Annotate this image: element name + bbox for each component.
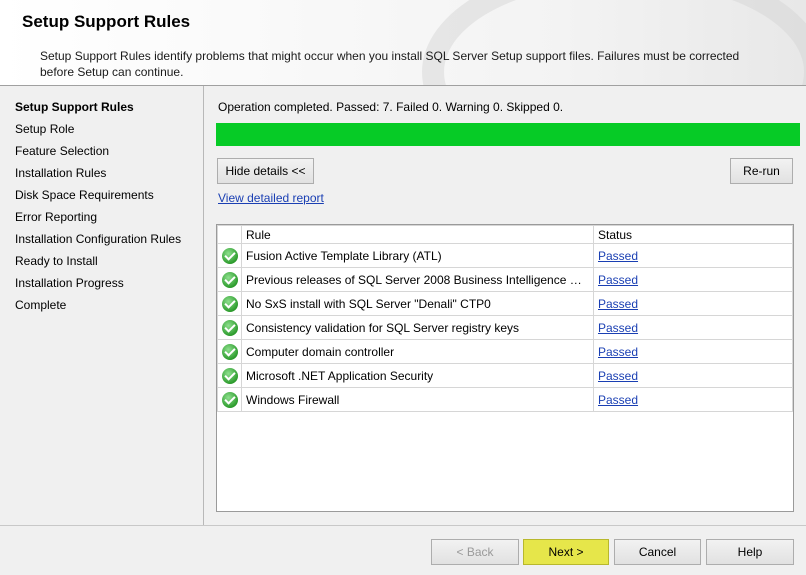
status-cell: Passed [593, 315, 793, 340]
rerun-button[interactable]: Re-run [730, 158, 793, 184]
table-row[interactable]: Microsoft .NET Application Security Passe… [217, 363, 793, 388]
next-button[interactable]: Next > [523, 539, 609, 565]
sidebar-step-item: Complete [15, 298, 67, 312]
status-passed-link[interactable]: Passed [598, 273, 638, 287]
passed-check-icon [221, 343, 238, 360]
column-header-rule[interactable]: Rule [241, 225, 594, 244]
help-button[interactable]: Help [706, 539, 794, 565]
status-passed-link[interactable]: Passed [598, 321, 638, 335]
sidebar-step-item: Setup Support Rules [15, 100, 134, 114]
rule-name-cell: No SxS install with SQL Server "Denali" … [241, 291, 594, 316]
back-button[interactable]: < Back [431, 539, 519, 565]
status-passed-link[interactable]: Passed [598, 249, 638, 263]
status-cell: Passed [593, 363, 793, 388]
cancel-button[interactable]: Cancel [614, 539, 701, 565]
progress-bar [216, 123, 800, 146]
sidebar-step-item: Ready to Install [15, 254, 98, 268]
table-row[interactable]: Fusion Active Template Library (ATL) Pass… [217, 243, 793, 268]
sidebar-step-item: Installation Rules [15, 166, 107, 180]
passed-check-icon [221, 319, 238, 336]
header-banner: Setup Support Rules Setup Support Rules … [0, 0, 806, 86]
sidebar-step-item: Installation Progress [15, 276, 124, 290]
row-icon-cell [217, 363, 242, 388]
passed-check-icon [221, 367, 238, 384]
sidebar-step-item: Error Reporting [15, 210, 98, 224]
status-cell: Passed [593, 387, 793, 412]
rule-name-cell: Previous releases of SQL Server 2008 Bus… [241, 267, 594, 292]
status-cell: Passed [593, 339, 793, 364]
wizard-footer: < Back Next > Cancel Help [0, 525, 806, 575]
passed-check-icon [221, 391, 238, 408]
rules-table: Rule Status Fusion Active Template Libra… [216, 224, 794, 512]
operation-summary: Operation completed. Passed: 7. Failed 0… [218, 100, 564, 114]
hide-details-button[interactable]: Hide details << [217, 158, 314, 184]
status-passed-link[interactable]: Passed [598, 393, 638, 407]
row-icon-cell [217, 387, 242, 412]
row-icon-cell [217, 267, 242, 292]
rule-name-cell: Consistency validation for SQL Server re… [241, 315, 594, 340]
status-passed-link[interactable]: Passed [598, 297, 638, 311]
view-detailed-report-link[interactable]: View detailed report [218, 191, 324, 205]
main-content: Operation completed. Passed: 7. Failed 0… [205, 86, 806, 525]
row-icon-cell [217, 243, 242, 268]
page-description: Setup Support Rules identify problems th… [40, 49, 740, 79]
steps-list: Setup Support Rules Setup Role Feature Sel… [0, 86, 203, 316]
passed-check-icon [221, 295, 238, 312]
column-header-icon [217, 225, 242, 244]
status-passed-link[interactable]: Passed [598, 369, 638, 383]
table-row[interactable]: Computer domain controller Passed [217, 339, 793, 364]
rule-name-cell: Fusion Active Template Library (ATL) [241, 243, 594, 268]
table-row[interactable]: No SxS install with SQL Server "Denali" … [217, 291, 793, 316]
table-row[interactable]: Consistency validation for SQL Server re… [217, 315, 793, 340]
sidebar-step-item: Feature Selection [15, 144, 110, 158]
passed-check-icon [221, 247, 238, 264]
rule-name-cell: Microsoft .NET Application Security [241, 363, 594, 388]
rule-name-cell: Computer domain controller [241, 339, 594, 364]
row-icon-cell [217, 291, 242, 316]
column-header-status[interactable]: Status [593, 225, 793, 244]
row-icon-cell [217, 339, 242, 364]
status-cell: Passed [593, 267, 793, 292]
sidebar-step-item: Setup Role [15, 122, 75, 136]
status-cell: Passed [593, 291, 793, 316]
status-cell: Passed [593, 243, 793, 268]
table-header-row: Rule Status [217, 225, 793, 244]
rule-name-cell: Windows Firewall [241, 387, 594, 412]
steps-sidebar: Setup Support Rules Setup Role Feature Sel… [0, 86, 204, 525]
table-row[interactable]: Previous releases of SQL Server 2008 Bus… [217, 267, 793, 292]
row-icon-cell [217, 315, 242, 340]
sidebar-step-item: Disk Space Requirements [15, 188, 154, 202]
table-row[interactable]: Windows Firewall Passed [217, 387, 793, 412]
status-passed-link[interactable]: Passed [598, 345, 638, 359]
passed-check-icon [221, 271, 238, 288]
sidebar-step-item: Installation Configuration Rules [15, 232, 182, 246]
page-title: Setup Support Rules [22, 12, 191, 31]
